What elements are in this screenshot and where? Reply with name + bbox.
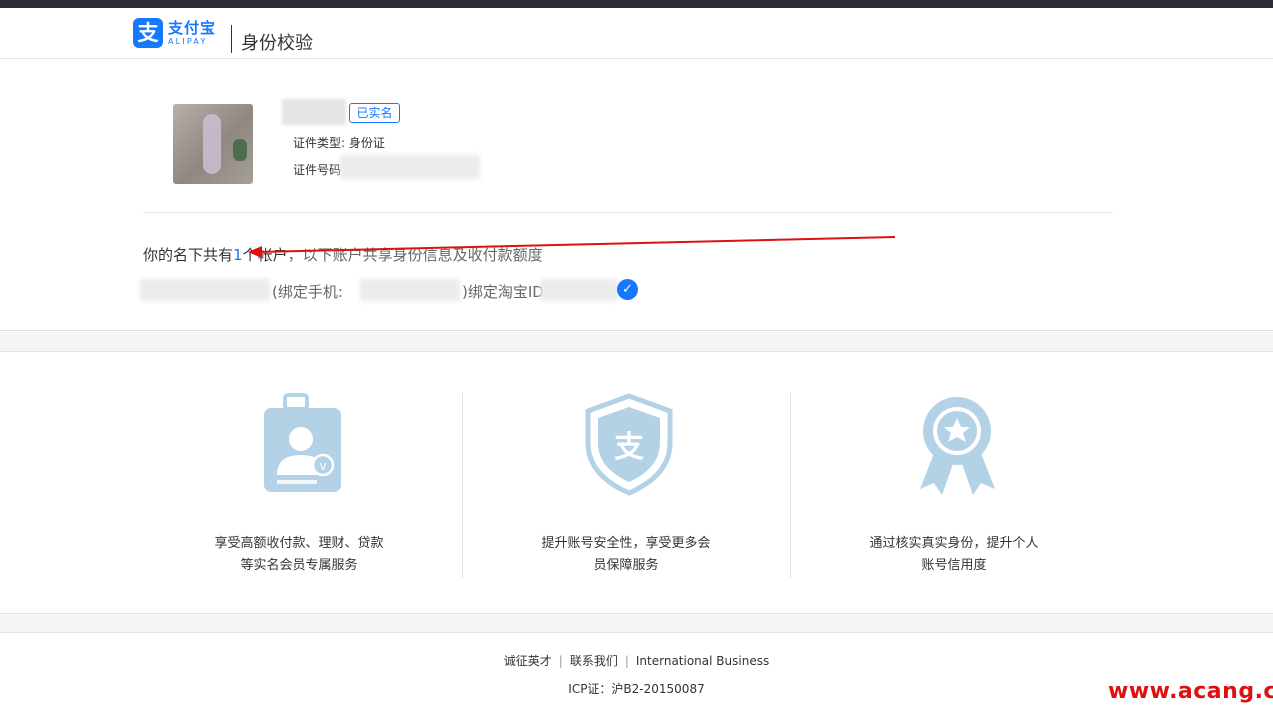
shield-icon: 支 <box>585 393 673 496</box>
benefits-section: v 享受高额收付款、理财、贷款 等实名会员专属服务 支 提升账号安全性，享受更多… <box>0 353 1273 613</box>
footer: 诚征英才 | 联系我们 | International Business ICP证：沪B… <box>0 634 1273 709</box>
alipay-logo[interactable]: 支 支付宝 ALIPAY <box>133 18 216 48</box>
svg-text:支: 支 <box>614 430 644 465</box>
top-bar <box>0 0 1273 8</box>
header: 支 支付宝 ALIPAY 身份校验 <box>0 8 1273 59</box>
award-ribbon-icon <box>920 397 995 495</box>
header-divider <box>231 25 232 53</box>
page-title: 身份校验 <box>241 33 313 54</box>
section-gap <box>0 332 1273 352</box>
footer-link-international[interactable]: International Business <box>636 654 769 668</box>
icp-license: ICP证：沪B2-20150087 <box>568 682 705 696</box>
footer-links: 诚征英才 | 联系我们 | International Business <box>503 654 770 668</box>
benefit-line: 账号信用度 <box>921 558 987 573</box>
benefit-item: v 享受高额收付款、理财、贷款 等实名会员专属服务 <box>135 353 463 613</box>
benefit-line: 等实名会员专属服务 <box>240 558 358 573</box>
footer-link-contact[interactable]: 联系我们 <box>570 654 618 668</box>
section-gap <box>0 613 1273 633</box>
benefit-line: 通过核实真实身份，提升个人 <box>869 536 1039 551</box>
benefit-item: 支 提升账号安全性，享受更多会 员保障服务 <box>462 353 790 613</box>
benefit-line: 提升账号安全性，享受更多会 <box>541 536 711 551</box>
annotation-arrow <box>248 236 896 258</box>
benefit-line: 享受高额收付款、理财、贷款 <box>214 536 384 551</box>
benefit-item: 通过核实真实身份，提升个人 账号信用度 <box>790 353 1118 613</box>
footer-link-careers[interactable]: 诚征英才 <box>504 654 552 668</box>
id-card-icon: v <box>264 393 341 492</box>
alipay-logo-icon: 支 <box>133 18 163 48</box>
svg-text:v: v <box>319 459 326 473</box>
logo-cn-text: 支付宝 <box>168 18 217 37</box>
profile-section: 已实名 证件类型: 身份证 证件号码 你的名下共有1个帐户，以下账户共享身份信息… <box>0 59 1273 331</box>
logo-en-text: ALIPAY <box>168 36 208 46</box>
benefit-line: 员保障服务 <box>593 558 659 573</box>
watermark: www.acang.cn <box>1108 679 1273 704</box>
